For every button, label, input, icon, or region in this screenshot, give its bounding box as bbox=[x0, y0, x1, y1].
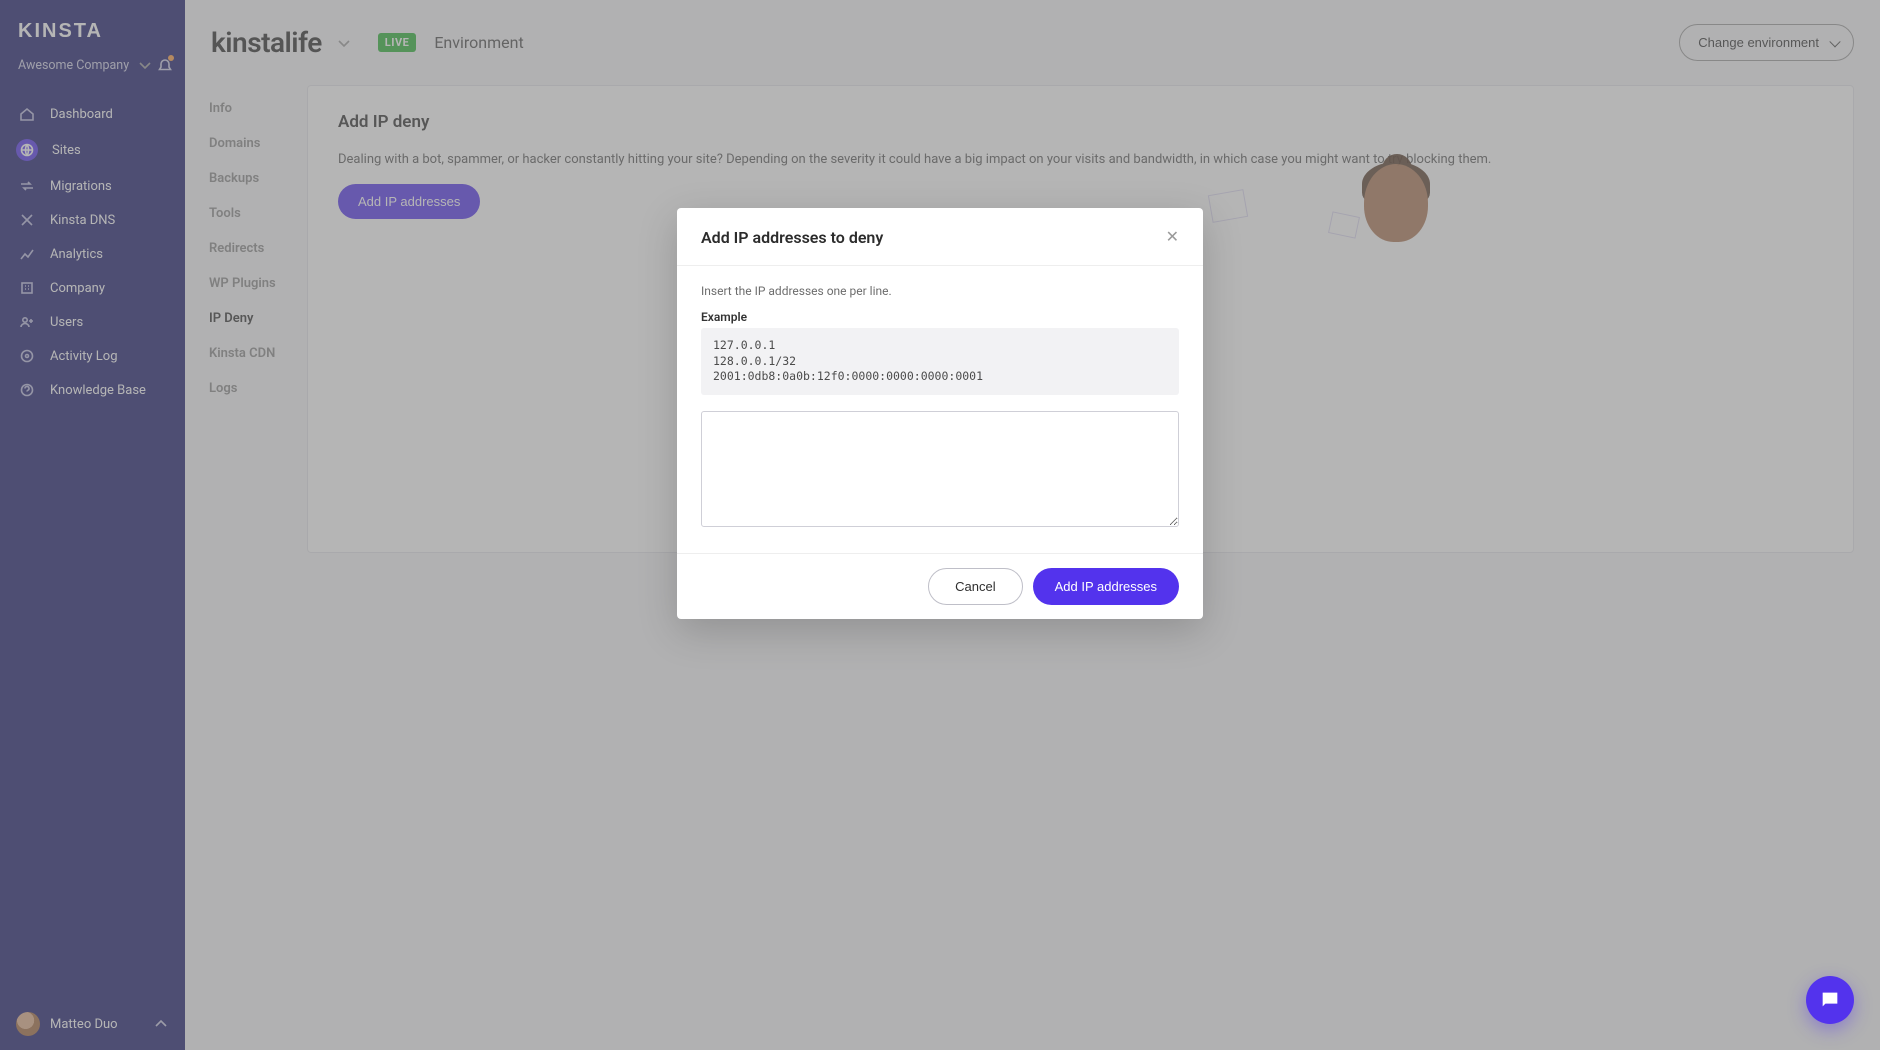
chat-fab[interactable] bbox=[1806, 976, 1854, 1024]
submit-add-ip-button[interactable]: Add IP addresses bbox=[1033, 568, 1179, 605]
modal-overlay: Add IP addresses to deny ✕ Insert the IP… bbox=[0, 0, 1880, 1050]
example-box: 127.0.0.1 128.0.0.1/32 2001:0db8:0a0b:12… bbox=[701, 328, 1179, 395]
modal-title: Add IP addresses to deny bbox=[701, 228, 883, 247]
cancel-button[interactable]: Cancel bbox=[928, 568, 1022, 605]
close-icon[interactable]: ✕ bbox=[1166, 230, 1179, 246]
chat-icon bbox=[1819, 989, 1841, 1011]
modal-hint: Insert the IP addresses one per line. bbox=[701, 284, 1179, 298]
ip-addresses-input[interactable] bbox=[701, 411, 1179, 527]
example-label: Example bbox=[701, 310, 1179, 324]
add-ip-modal: Add IP addresses to deny ✕ Insert the IP… bbox=[677, 208, 1203, 619]
